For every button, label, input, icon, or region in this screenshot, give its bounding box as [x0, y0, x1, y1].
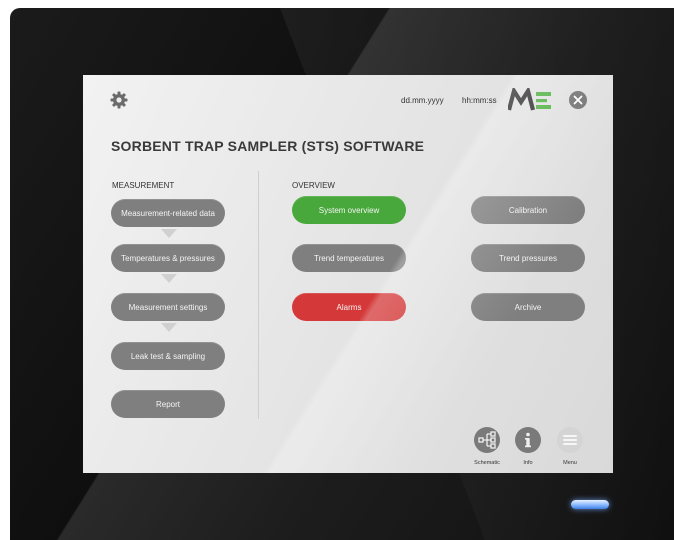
workflow-arrow [161, 229, 177, 238]
section-divider [258, 171, 259, 419]
schematic-label: Schematic [474, 460, 500, 466]
system-overview-button[interactable]: System overview [292, 196, 406, 224]
touch-screen: dd.mm.yyyy hh:mm:ss SORBENT TRAP SAMPLER… [83, 75, 613, 473]
workflow-arrow [161, 323, 177, 332]
workflow-arrow [161, 274, 177, 283]
gear-icon[interactable] [110, 91, 128, 109]
trend-pressures-button[interactable]: Trend pressures [471, 244, 585, 272]
report-button[interactable]: Report [111, 390, 225, 418]
measurement-section-label: MEASUREMENT [112, 181, 175, 190]
info-label: Info [523, 460, 533, 466]
archive-button[interactable]: Archive [471, 293, 585, 321]
schematic-icon[interactable] [474, 427, 500, 453]
close-icon[interactable] [569, 91, 587, 109]
trend-temperatures-button[interactable]: Trend temperatures [292, 244, 406, 272]
leak-test-sampling-button[interactable]: Leak test & sampling [111, 342, 225, 370]
temperatures-pressures-button[interactable]: Temperatures & pressures [111, 244, 225, 272]
logo [506, 85, 552, 112]
measurement-settings-button[interactable]: Measurement settings [111, 293, 225, 321]
time-display: hh:mm:ss [462, 96, 497, 105]
menu-label: Menu [563, 460, 577, 466]
calibration-button[interactable]: Calibration [471, 196, 585, 224]
measurement-related-data-button[interactable]: Measurement-related data [111, 199, 225, 227]
status-led [571, 500, 609, 509]
overview-section-label: OVERVIEW [292, 181, 335, 190]
menu-icon[interactable] [557, 427, 583, 453]
alarms-button[interactable]: Alarms [292, 293, 406, 321]
page-title: SORBENT TRAP SAMPLER (STS) SOFTWARE [111, 138, 425, 154]
info-icon[interactable] [515, 427, 541, 453]
date-display: dd.mm.yyyy [401, 96, 444, 105]
